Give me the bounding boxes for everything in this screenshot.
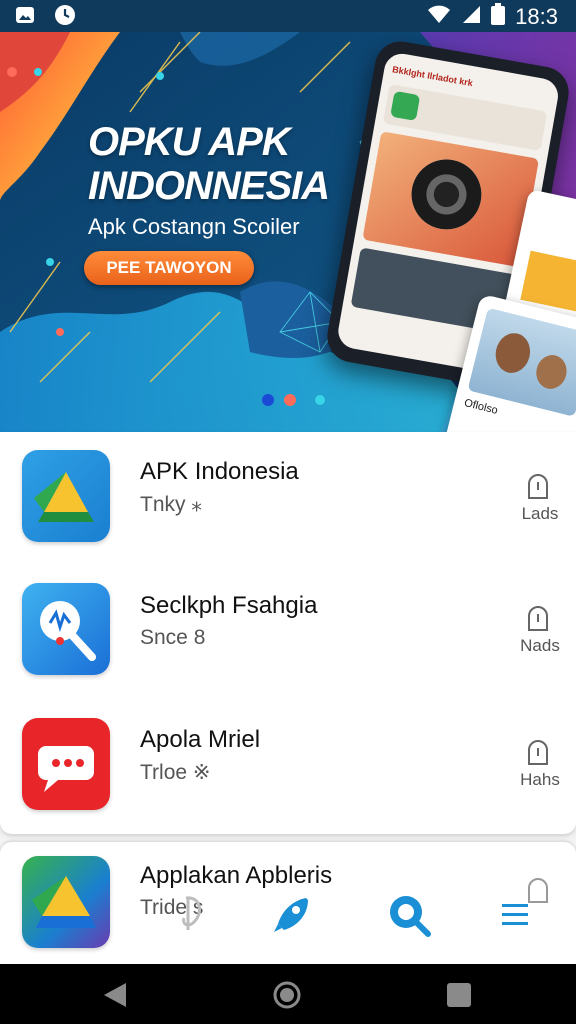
status-bar: 18:3 <box>0 0 576 32</box>
drive-triangle-icon <box>22 450 110 542</box>
home-icon[interactable] <box>272 980 302 1010</box>
hero-subtitle: Apk Costangn Scoiler <box>88 214 300 239</box>
action-label[interactable]: Nads <box>510 636 570 656</box>
speaker-image <box>405 153 488 235</box>
microphone-icon <box>22 583 110 675</box>
app-name: Seclkph Fsahgia <box>140 592 318 619</box>
app-subtitle: Tnky ⁎ <box>140 493 202 516</box>
phone-app-icon <box>390 90 421 121</box>
app-subtitle: Trloe ※ <box>140 761 211 784</box>
hero-title: OPKU APK INDONNESIA <box>88 120 330 208</box>
image-icon <box>14 4 36 26</box>
action-label[interactable]: Lads <box>510 504 570 524</box>
clock-icon <box>54 4 76 26</box>
promo-card-caption: Oflolso <box>462 396 500 417</box>
back-icon[interactable] <box>100 980 130 1010</box>
menu-icon[interactable] <box>500 902 530 928</box>
search-icon[interactable] <box>386 892 432 938</box>
chat-bubble-icon <box>22 718 110 810</box>
phone-mockup-header: Bkklght Ilrladot krk <box>391 64 474 89</box>
list-item[interactable]: Applakan Apbleris Tride s <box>0 842 576 964</box>
app-subtitle: Snce 8 <box>140 626 206 649</box>
wifi-icon <box>427 4 451 29</box>
list-item[interactable]: Seclkph Fsahgia Snce 8 Nads <box>0 566 576 700</box>
signal-icon <box>461 4 481 29</box>
lock-icon[interactable] <box>523 472 553 502</box>
action-label[interactable]: Hahs <box>510 770 570 790</box>
app-name: Apola Mriel <box>140 726 261 753</box>
battery-icon <box>491 3 506 30</box>
lock-icon[interactable] <box>523 738 553 768</box>
drive-triangle-icon <box>22 856 110 948</box>
hero-banner[interactable]: OPKU APK INDONNESIA Apk Costangn Scoiler… <box>0 32 576 432</box>
recents-icon[interactable] <box>444 980 474 1010</box>
music-note-icon[interactable] <box>176 892 210 934</box>
hero-cta-button[interactable]: PEE TAWOYON <box>84 251 254 285</box>
app-name: Applakan Apbleris <box>140 862 333 889</box>
list-item[interactable]: Apola Mriel Trloe ※ Hahs <box>0 700 576 834</box>
lock-icon[interactable] <box>523 604 553 634</box>
app-name: APK Indonesia <box>140 458 299 485</box>
app-list: APK Indonesia Tnky ⁎ Lads Seclkph Fsahgi… <box>0 432 576 964</box>
system-nav-bar <box>0 964 576 1024</box>
app-list-group: APK Indonesia Tnky ⁎ Lads Seclkph Fsahgi… <box>0 432 576 834</box>
list-item[interactable]: APK Indonesia Tnky ⁎ Lads <box>0 432 576 566</box>
status-time: 18:3 <box>515 3 558 29</box>
rocket-icon[interactable] <box>272 894 312 934</box>
